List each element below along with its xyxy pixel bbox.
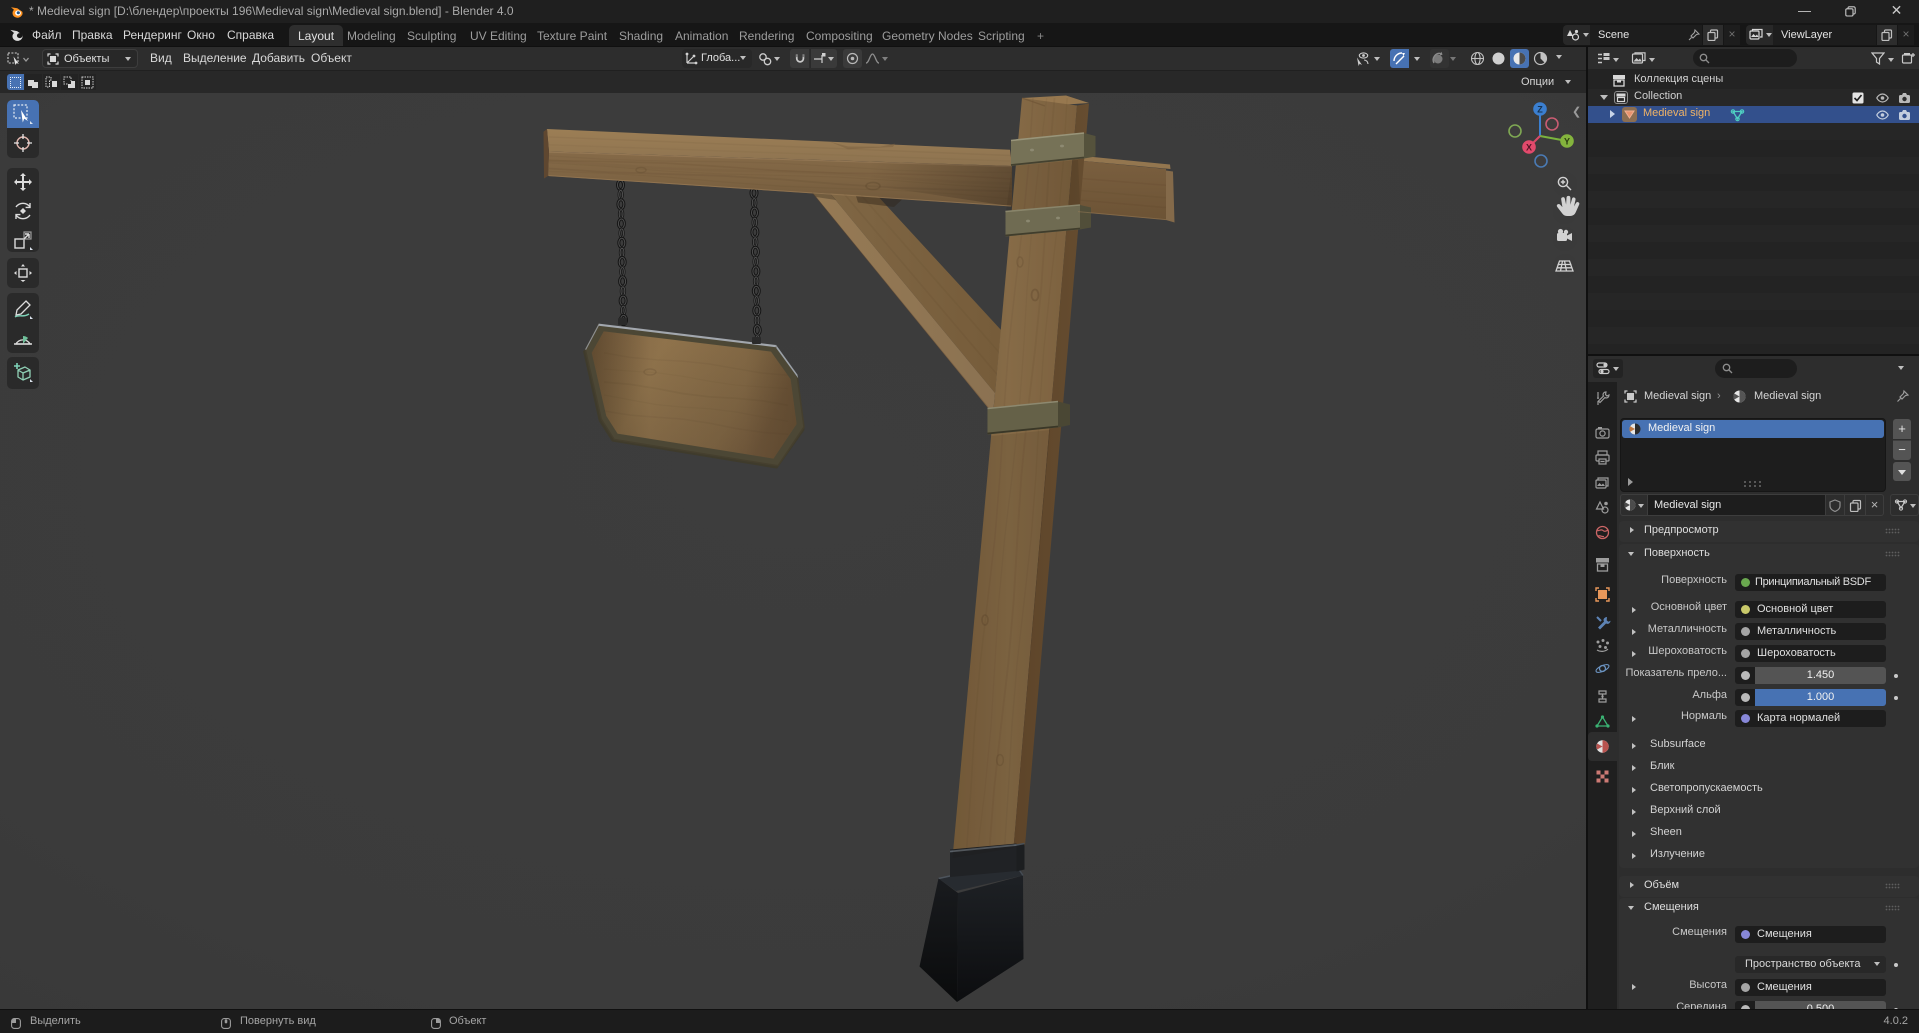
svg-text:X: X xyxy=(1526,143,1532,153)
svg-text:Y: Y xyxy=(1564,137,1570,147)
svg-text:Z: Z xyxy=(1537,105,1543,115)
